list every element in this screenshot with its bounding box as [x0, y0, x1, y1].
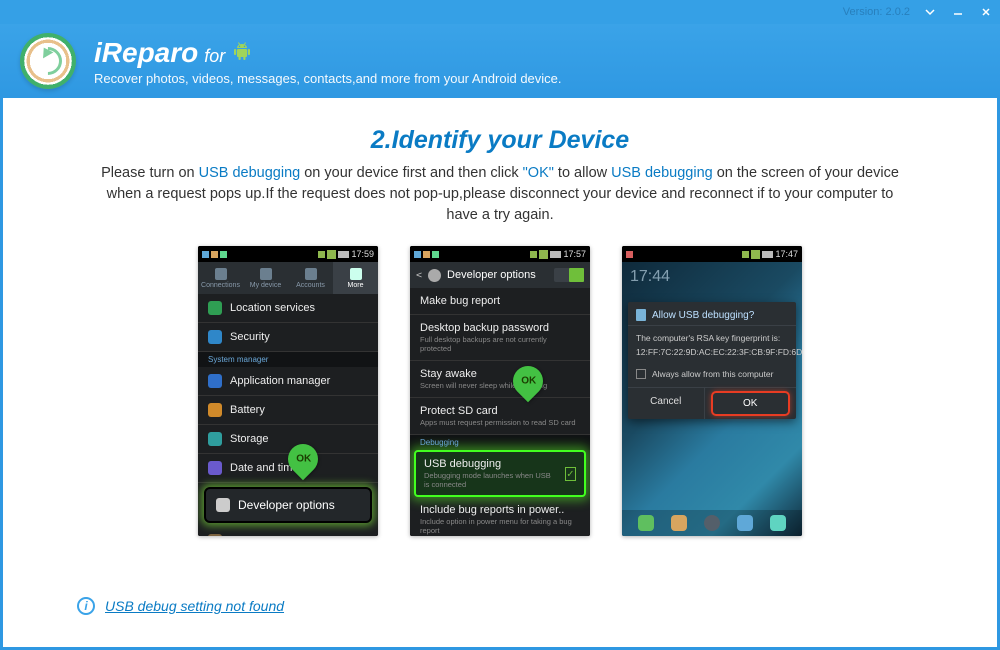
toggle-on-icon [554, 268, 584, 282]
list-item: Battery [198, 396, 378, 425]
screenshot-settings-more: 17:59 Connections My device Accounts Mor… [198, 246, 378, 536]
list-item: About device [198, 527, 378, 536]
screenshot-allow-usb-dialog: 17:47 17:44 Allow USB debugging? The com… [622, 246, 802, 536]
minimize-button[interactable] [944, 0, 972, 24]
settings-tabs: Connections My device Accounts More [198, 262, 378, 294]
titlebar: Version: 2.0.2 [0, 0, 1000, 24]
status-time: 17:57 [563, 249, 586, 259]
always-allow-checkbox: Always allow from this computer [628, 365, 796, 387]
dialog-cancel-button: Cancel [628, 388, 705, 419]
list-item: Application manager [198, 367, 378, 396]
highlight-developer-options: Developer options [204, 487, 372, 523]
close-button[interactable] [972, 0, 1000, 24]
app-name: iReparo [94, 37, 198, 69]
list-item: Storage [198, 425, 378, 454]
lockscreen-clock: 17:44 [622, 262, 802, 292]
keyword-usb-debugging: USB debugging [611, 165, 713, 181]
usb-debug-dialog: Allow USB debugging? The computer's RSA … [628, 302, 796, 419]
back-icon: < [416, 270, 422, 281]
version-label: Version: 2.0.2 [843, 6, 910, 18]
status-bar: 17:47 [622, 246, 802, 262]
step-title: 2.Identify your Device [37, 126, 963, 155]
highlight-dialog-ok-button: OK [711, 391, 791, 416]
gear-icon [428, 269, 441, 282]
list-item: Make bug report [410, 288, 590, 315]
app-logo-icon [20, 33, 76, 89]
instructions-text: Please turn on USB debugging on your dev… [90, 163, 910, 226]
status-bar: 17:59 [198, 246, 378, 262]
info-icon: i [77, 597, 95, 615]
keyword-usb-debugging: USB debugging [199, 165, 301, 181]
section-label: Debugging [410, 435, 590, 450]
dropdown-button[interactable] [916, 0, 944, 24]
list-item: Desktop backup passwordFull desktop back… [410, 315, 590, 361]
footer: i USB debug setting not found [37, 597, 963, 629]
for-label: for [204, 46, 225, 67]
checkbox-checked-icon: ✓ [565, 467, 576, 481]
list-item: Stay awakeScreen will never sleep while … [410, 361, 590, 398]
screenshot-developer-options: 17:57 < Developer options Make bug repor… [410, 246, 590, 536]
screenshot-row: 17:59 Connections My device Accounts Mor… [37, 246, 963, 536]
list-item: Protect SD cardApps must request permiss… [410, 398, 590, 435]
list-item: Security [198, 323, 378, 352]
app-subtitle: Recover photos, videos, messages, contac… [94, 71, 562, 86]
android-icon [636, 309, 646, 321]
home-dock [622, 510, 802, 536]
list-item: Location services [198, 294, 378, 323]
status-time: 17:47 [775, 249, 798, 259]
app-header: iReparo for Recover photos, videos, mess… [0, 24, 1000, 98]
keyword-ok: "OK" [523, 165, 554, 181]
status-bar: 17:57 [410, 246, 590, 262]
app-window: Version: 2.0.2 iReparo for Recover photo… [0, 0, 1000, 650]
section-label: System manager [198, 352, 378, 367]
dev-options-header: < Developer options [410, 262, 590, 288]
highlight-usb-debugging: USB debuggingDebugging mode launches whe… [414, 450, 586, 497]
content-area: 2.Identify your Device Please turn on US… [0, 98, 1000, 650]
usb-debug-not-found-link[interactable]: USB debug setting not found [105, 598, 284, 614]
list-item: Include bug reports in power..Include op… [410, 497, 590, 536]
status-time: 17:59 [351, 249, 374, 259]
android-icon [233, 42, 251, 62]
